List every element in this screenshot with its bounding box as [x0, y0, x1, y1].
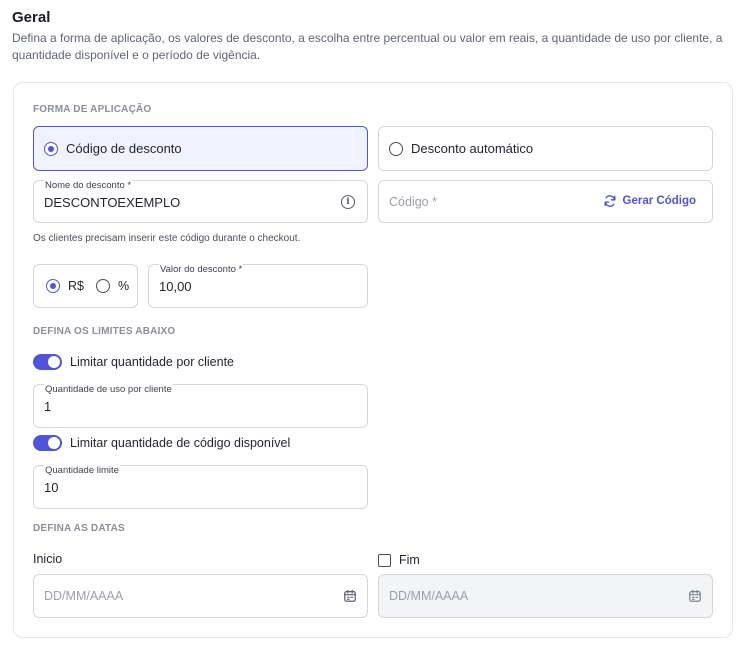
general-settings-card: FORMA DE APLICAÇÃO Código de desconto De…: [13, 82, 733, 638]
limits-section-label: DEFINA OS LIMITES ABAIXO: [33, 326, 176, 337]
section-header: Geral Defina a forma de aplicação, os va…: [12, 8, 732, 64]
end-date-placeholder: DD/MM/AAAA: [389, 589, 469, 603]
page-description: Defina a forma de aplicação, os valores …: [12, 31, 723, 62]
discount-value-value[interactable]: 10,00: [159, 279, 192, 294]
calendar-icon[interactable]: [343, 589, 357, 603]
start-date-label: Inicio: [33, 552, 63, 566]
radio-brl[interactable]: [46, 279, 60, 293]
limit-available-label: Limitar quantidade de código disponível: [70, 436, 291, 450]
value-type-percent-label: %: [117, 279, 130, 293]
discount-name-label: Nome do desconto *: [44, 180, 133, 191]
available-quantity-field[interactable]: Quantidade limite 10: [33, 465, 368, 509]
usage-per-customer-field[interactable]: Quantidade de uso por cliente 1: [33, 384, 368, 428]
calendar-icon: [689, 589, 701, 602]
option-discount-code-label: Código de desconto: [66, 141, 182, 156]
start-date-input[interactable]: DD/MM/AAAA: [33, 574, 368, 618]
limit-per-customer-toggle-row[interactable]: Limitar quantidade por cliente: [33, 354, 234, 370]
radio-selected-icon[interactable]: [44, 141, 58, 156]
limit-per-customer-label: Limitar quantidade por cliente: [70, 355, 234, 369]
option-automatic-discount[interactable]: Desconto automático: [378, 126, 713, 171]
refresh-icon: [604, 195, 616, 207]
toggle-switch[interactable]: [33, 354, 62, 370]
dates-section-label: DEFINA AS DATAS: [33, 523, 125, 534]
radio-percent[interactable]: [95, 279, 110, 293]
usage-per-customer-label: Quantidade de uso por cliente: [44, 384, 173, 395]
value-type-brl-label: R$: [68, 279, 84, 293]
generate-code-label: Gerar Código: [622, 195, 696, 207]
code-field[interactable]: Código * Gerar Código: [378, 180, 713, 223]
discount-value-label: Valor do desconto *: [159, 264, 244, 275]
code-placeholder: Código *: [389, 195, 437, 209]
discount-value-field[interactable]: Valor do desconto * 10,00: [148, 264, 368, 308]
end-date-label: Fim: [399, 553, 420, 567]
start-date-placeholder: DD/MM/AAAA: [44, 589, 124, 603]
end-date-input: DD/MM/AAAA: [378, 574, 713, 618]
option-discount-code[interactable]: Código de desconto: [33, 126, 368, 171]
generate-code-button[interactable]: Gerar Código: [603, 194, 696, 208]
toggle-switch[interactable]: [33, 435, 62, 451]
value-type-selector: R$ %: [33, 264, 138, 308]
application-section-label: FORMA DE APLICAÇÃO: [33, 104, 152, 115]
available-quantity-value[interactable]: 10: [44, 480, 58, 495]
end-date-checkbox-row[interactable]: Fim: [378, 553, 420, 567]
option-automatic-discount-label: Desconto automático: [411, 141, 534, 156]
code-helper-text: Os clientes precisam inserir este código…: [33, 233, 301, 244]
radio-unselected-icon[interactable]: [389, 141, 403, 156]
end-date-checkbox[interactable]: [378, 553, 391, 567]
usage-per-customer-value[interactable]: 1: [44, 399, 51, 414]
available-quantity-label: Quantidade limite: [44, 465, 120, 476]
limit-available-toggle-row[interactable]: Limitar quantidade de código disponível: [33, 435, 290, 451]
page-title: Geral: [12, 9, 51, 26]
discount-name-value[interactable]: DESCONTOEXEMPLO: [44, 195, 180, 210]
info-icon[interactable]: i: [341, 195, 355, 209]
discount-name-field[interactable]: Nome do desconto * DESCONTOEXEMPLO i: [33, 180, 368, 223]
